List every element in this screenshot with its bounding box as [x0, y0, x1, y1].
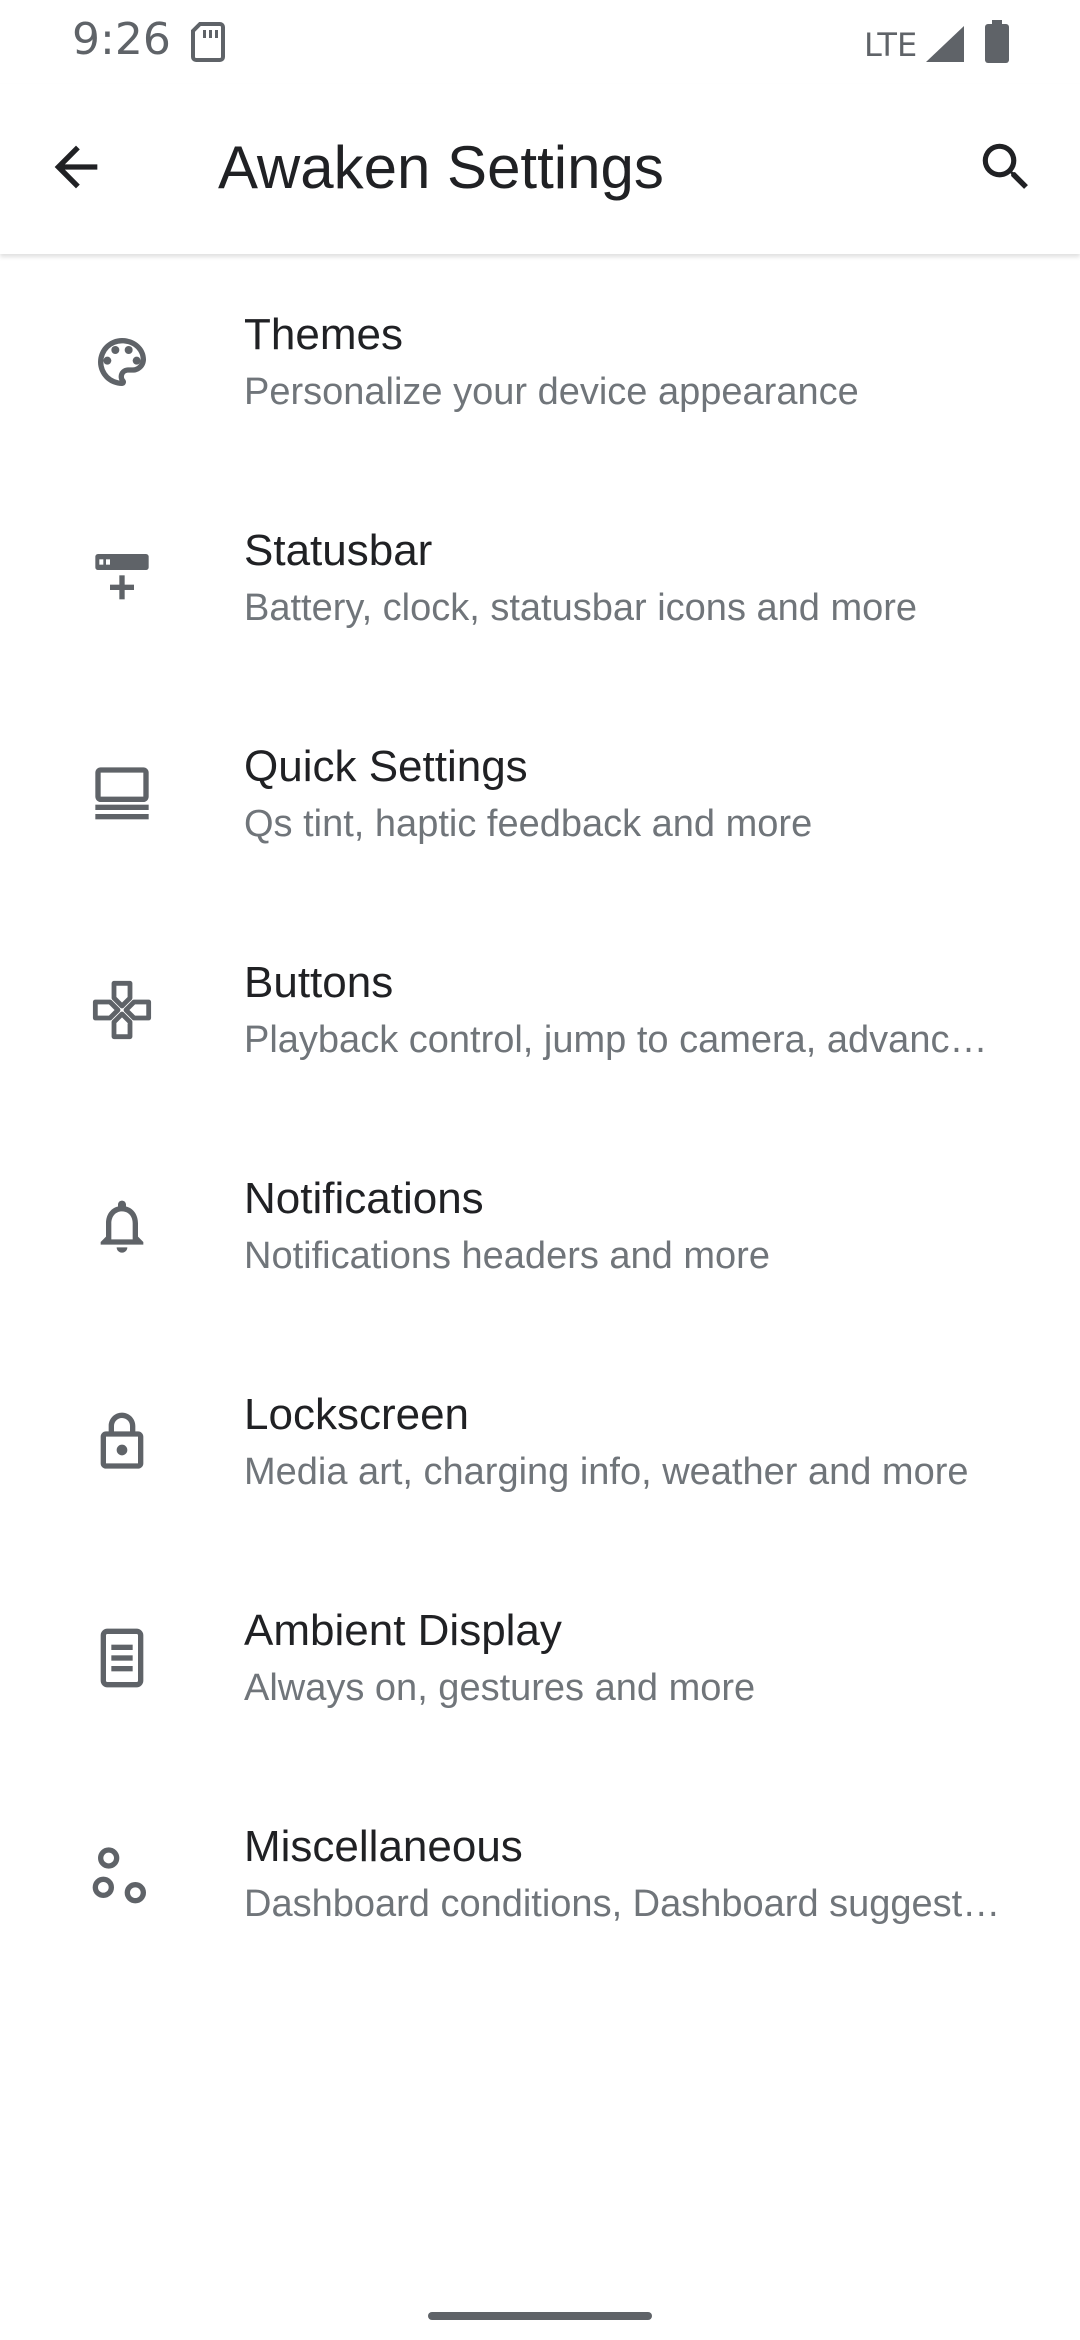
gesture-nav-handle[interactable]	[428, 2312, 652, 2320]
status-time: 9:26	[72, 14, 171, 65]
item-title: Ambient Display	[244, 1606, 562, 1655]
settings-item-themes[interactable]: Themes Personalize your device appearanc…	[0, 256, 1080, 472]
settings-item-buttons[interactable]: Buttons Playback control, jump to camera…	[0, 904, 1080, 1120]
item-title: Quick Settings	[244, 742, 528, 791]
buttons-icon	[82, 970, 162, 1050]
lock-icon	[82, 1402, 162, 1482]
battery-icon	[984, 20, 1010, 64]
item-title: Miscellaneous	[244, 1822, 523, 1871]
item-summary: Playback control, jump to camera, advanc…	[244, 1019, 988, 1061]
settings-item-notifications[interactable]: Notifications Notifications headers and …	[0, 1120, 1080, 1336]
page-title: Awaken Settings	[218, 134, 664, 201]
item-summary: Qs tint, haptic feedback and more	[244, 803, 813, 845]
search-button[interactable]	[964, 127, 1048, 211]
settings-item-lockscreen[interactable]: Lockscreen Media art, charging info, wea…	[0, 1336, 1080, 1552]
item-title: Buttons	[244, 958, 394, 1007]
settings-item-statusbar[interactable]: Statusbar Battery, clock, statusbar icon…	[0, 472, 1080, 688]
sd-card-icon	[190, 20, 226, 64]
ambient-display-icon	[82, 1618, 162, 1698]
palette-icon	[82, 322, 162, 402]
arrow-back-icon	[44, 135, 108, 204]
settings-list: Themes Personalize your device appearanc…	[0, 256, 1080, 1984]
quick-settings-icon	[82, 754, 162, 834]
app-toolbar: Awaken Settings	[0, 84, 1080, 254]
item-summary: Dashboard conditions, Dashboard suggest…	[244, 1883, 1001, 1925]
settings-item-miscellaneous[interactable]: Miscellaneous Dashboard conditions, Dash…	[0, 1768, 1080, 1984]
item-title: Lockscreen	[244, 1390, 470, 1439]
back-button[interactable]	[34, 127, 118, 211]
item-summary: Always on, gestures and more	[244, 1667, 756, 1709]
status-bar: 9:26 LTE	[0, 0, 1080, 84]
item-summary: Notifications headers and more	[244, 1235, 770, 1277]
item-title: Statusbar	[244, 526, 433, 575]
item-title: Themes	[244, 310, 403, 359]
misc-icon	[82, 1834, 162, 1914]
network-type-label: LTE	[864, 26, 918, 64]
settings-item-ambient-display[interactable]: Ambient Display Always on, gestures and …	[0, 1552, 1080, 1768]
search-icon	[975, 136, 1037, 203]
item-summary: Personalize your device appearance	[244, 371, 859, 413]
item-title: Notifications	[244, 1174, 484, 1223]
settings-item-quick-settings[interactable]: Quick Settings Qs tint, haptic feedback …	[0, 688, 1080, 904]
bell-icon	[82, 1186, 162, 1266]
statusbar-icon	[82, 538, 162, 618]
item-summary: Battery, clock, statusbar icons and more	[244, 587, 918, 629]
signal-icon	[924, 24, 966, 64]
item-summary: Media art, charging info, weather and mo…	[244, 1451, 969, 1493]
